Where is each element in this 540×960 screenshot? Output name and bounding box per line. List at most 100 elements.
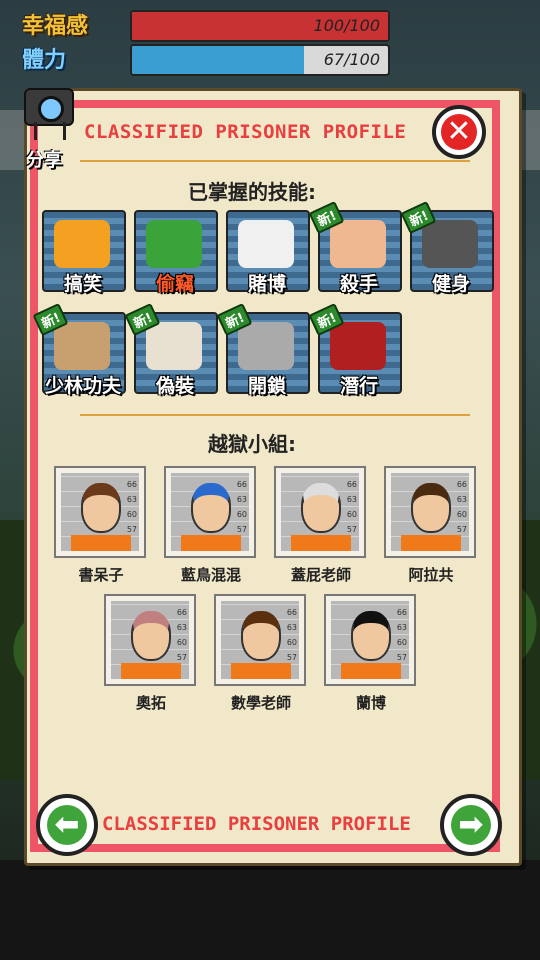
prisoner-face: [301, 483, 341, 533]
skill-item[interactable]: 賭博: [226, 210, 310, 295]
skill-item[interactable]: 新! 潛行: [308, 302, 402, 397]
gang-member[interactable]: 66 63 60 57 蘭博: [324, 594, 418, 712]
skill-label: 偷竊: [155, 273, 194, 295]
mugshot: 66 63 60 57: [281, 473, 359, 551]
skill-item[interactable]: 新! 殺手: [308, 200, 402, 295]
height-marks: 66 63 60 57: [457, 477, 467, 537]
prisoner-face: [241, 611, 281, 661]
gang-member[interactable]: 66 63 60 57 阿拉共: [384, 466, 478, 584]
gang-member-name: 蘭博: [355, 694, 386, 712]
skill-label: 搞笑: [63, 273, 102, 295]
height-mark: 66: [346, 480, 357, 489]
skill-item[interactable]: 偷竊: [134, 210, 218, 295]
height-mark: 66: [286, 608, 297, 617]
section-divider: [80, 414, 470, 416]
prisoner-face: [411, 483, 451, 533]
mugshot: 66 63 60 57: [221, 601, 299, 679]
prev-button[interactable]: ⬅: [36, 794, 98, 856]
gang-member[interactable]: 66 63 60 57 藍鳥混混: [164, 466, 258, 584]
close-button[interactable]: ✕: [432, 105, 486, 159]
title-divider: [80, 160, 470, 162]
share-button[interactable]: 分享: [20, 82, 76, 172]
mugshot-frame: 66 63 60 57: [104, 594, 196, 686]
prisoner-shirt: [291, 535, 351, 551]
skill-label: 偽裝: [155, 375, 194, 397]
skill-label: 開鎖: [247, 375, 286, 397]
prisoner-shirt: [181, 535, 241, 551]
skill-label: 殺手: [339, 273, 378, 295]
gang-member-name: 奧拓: [135, 694, 166, 712]
height-marks: 66 63 60 57: [237, 477, 247, 537]
gang-member[interactable]: 66 63 60 57 書呆子: [54, 466, 148, 584]
skill-icon: [54, 220, 110, 268]
mugshot: 66 63 60 57: [111, 601, 189, 679]
skill-icon: [146, 322, 202, 370]
close-icon: ✕: [441, 114, 477, 150]
gang-member-name: 阿拉共: [408, 566, 454, 584]
prisoner-shirt: [231, 663, 291, 679]
skill-item[interactable]: 新! 健身: [400, 200, 494, 295]
skills-heading: 已掌握的技能:: [188, 180, 316, 204]
height-mark: 60: [456, 510, 467, 519]
skill-item[interactable]: 搞笑: [42, 210, 126, 295]
height-mark: 63: [346, 495, 357, 504]
mugshot: 66 63 60 57: [171, 473, 249, 551]
height-marks: 66 63 60 57: [347, 477, 357, 537]
height-mark: 66: [456, 480, 467, 489]
height-mark: 63: [396, 623, 407, 632]
skill-item[interactable]: 新! 開鎖: [216, 302, 310, 397]
prisoner-face: [351, 611, 391, 661]
stat-happiness-label: 幸福感: [22, 14, 89, 39]
gang-member-name: 蓋屁老師: [290, 566, 351, 584]
gang-member-name: 書呆子: [78, 566, 124, 584]
gang-member[interactable]: 66 63 60 57 數學老師: [214, 594, 308, 712]
height-mark: 63: [286, 623, 297, 632]
prisoner-face: [81, 483, 121, 533]
height-marks: 66 63 60 57: [177, 605, 187, 665]
prisoner-face: [131, 611, 171, 661]
height-mark: 66: [396, 608, 407, 617]
stat-stamina-bar: 67/100: [130, 44, 390, 76]
height-mark: 66: [176, 608, 187, 617]
height-mark: 63: [126, 495, 137, 504]
mugshot: 66 63 60 57: [331, 601, 409, 679]
stat-stamina-value: 67/100: [323, 50, 380, 69]
skill-icon: [54, 322, 110, 370]
skill-icon: [330, 220, 386, 268]
mugshot-frame: 66 63 60 57: [274, 466, 366, 558]
arrow-left-icon: ⬅: [47, 805, 87, 845]
skill-item[interactable]: 新! 偽裝: [124, 302, 218, 397]
gang-member[interactable]: 66 63 60 57 奧拓: [104, 594, 198, 712]
mugshot-frame: 66 63 60 57: [214, 594, 306, 686]
height-mark: 63: [456, 495, 467, 504]
gang-member[interactable]: 66 63 60 57 蓋屁老師: [274, 466, 368, 584]
next-button[interactable]: ➡: [440, 794, 502, 856]
mugshot: 66 63 60 57: [391, 473, 469, 551]
skill-label: 潛行: [339, 375, 378, 397]
skill-item[interactable]: 新! 少林功夫: [32, 302, 126, 397]
skill-icon: [330, 322, 386, 370]
skill-icon: [238, 322, 294, 370]
skill-label: 少林功夫: [44, 375, 121, 397]
stat-happiness-bar: 100/100: [130, 10, 390, 42]
skill-icon: [422, 220, 478, 268]
prisoner-shirt: [341, 663, 401, 679]
height-mark: 60: [396, 638, 407, 647]
prisoner-face: [191, 483, 231, 533]
tripod-icon: [34, 122, 66, 140]
gang-member-name: 藍鳥混混: [180, 566, 241, 584]
camera-icon: [24, 88, 74, 126]
stat-stamina-fill: [132, 46, 304, 74]
stat-stamina-label: 體力: [22, 48, 67, 73]
mugshot-frame: 66 63 60 57: [384, 466, 476, 558]
prisoner-shirt: [71, 535, 131, 551]
stat-stamina: 體力 67/100: [0, 40, 400, 76]
skill-icon: [146, 220, 202, 268]
mugshot-frame: 66 63 60 57: [324, 594, 416, 686]
height-marks: 66 63 60 57: [287, 605, 297, 665]
share-label: 分享: [26, 150, 62, 171]
height-mark: 63: [176, 623, 187, 632]
gang-member-name: 數學老師: [230, 694, 291, 712]
skill-label: 賭博: [247, 273, 286, 295]
prisoner-shirt: [121, 663, 181, 679]
